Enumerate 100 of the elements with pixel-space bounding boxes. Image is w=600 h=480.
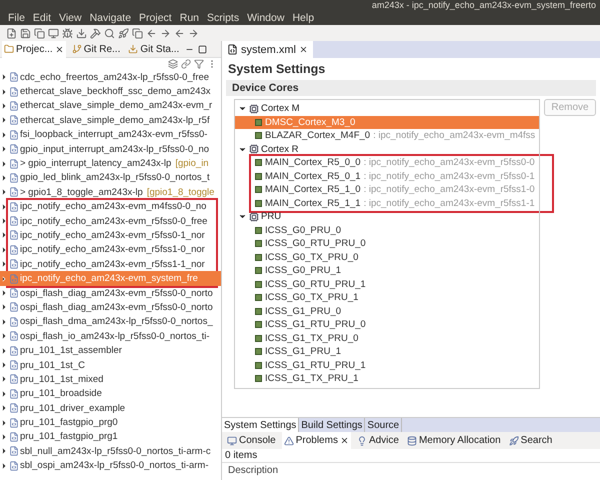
menu-item[interactable]: Scripts: [203, 12, 244, 24]
hammer-icon[interactable]: [90, 28, 101, 38]
core-item[interactable]: MAIN_Cortex_R5_0_0 : ipc_notify_echo_am243x-evm_r5fss0-0: [235, 156, 539, 170]
core-item[interactable]: ICSS_G1_TX_PRU_0: [235, 332, 539, 345]
explorer-row[interactable]: pru_101_1st_assembler: [0, 343, 221, 358]
view-tab[interactable]: Git Sta...: [126, 40, 182, 58]
explorer-row[interactable]: pru_101_1st_C: [0, 358, 221, 372]
file-icon: [9, 418, 19, 428]
explorer-row[interactable]: ospi_flash_io_am243x-lp_r5fss0-0_nortos_ti-: [0, 329, 221, 344]
download-icon[interactable]: [76, 28, 87, 38]
maximize-icon[interactable]: [198, 44, 208, 54]
core-item[interactable]: ICSS_G1_RTU_PRU_0: [235, 318, 539, 332]
core-item[interactable]: ICSS_G0_RTU_PRU_1: [235, 278, 539, 291]
close-icon[interactable]: [54, 44, 64, 54]
menu-item[interactable]: Help: [288, 12, 318, 24]
back-icon[interactable]: [174, 28, 185, 38]
rocket-icon[interactable]: [118, 28, 129, 38]
view-tab[interactable]: Memory Allocation: [404, 432, 503, 449]
view-tab[interactable]: Projec...: [2, 40, 66, 58]
view-tab[interactable]: Console: [225, 432, 278, 449]
explorer-row[interactable]: gpio_input_interrupt_am243x-lp_r5fss0-0_no: [0, 142, 221, 156]
file-icon: [9, 288, 19, 298]
file-icon: [9, 331, 19, 342]
file-icon: [9, 187, 19, 198]
explorer-row[interactable]: pru_101_1st_mixed: [0, 372, 221, 387]
editor-tab[interactable]: system.xml: [222, 41, 313, 58]
close-icon[interactable]: [340, 436, 349, 445]
view-tab[interactable]: Problems: [282, 432, 351, 449]
link-icon[interactable]: [181, 59, 191, 69]
explorer-row[interactable]: > gpio1_8_toggle_am243x-lp [gpio1_8_toggle: [0, 185, 221, 200]
menu-item[interactable]: Run: [176, 12, 203, 24]
explorer-row[interactable]: ospi_flash_diag_am243x-evm_r5fss0-0_norto: [0, 300, 221, 315]
menu-item[interactable]: File: [4, 12, 29, 24]
core-item[interactable]: BLAZAR_Cortex_M4F_0 : ipc_notify_echo_am243x-evm_m4fss: [235, 129, 539, 142]
explorer-row[interactable]: fsi_loopback_interrupt_am243x-evm_r5fss0-: [0, 128, 221, 142]
file-icon: [9, 202, 19, 212]
file-icon: [9, 346, 19, 356]
forward-icon[interactable]: [188, 28, 199, 38]
forward-icon[interactable]: [160, 28, 171, 38]
copy-icon[interactable]: [34, 28, 45, 38]
core-item[interactable]: ICSS_G0_TX_PRU_1: [235, 291, 539, 304]
view-tab[interactable]: Search: [506, 432, 554, 449]
save-icon[interactable]: [20, 28, 31, 38]
core-item[interactable]: ICSS_G0_RTU_PRU_0: [235, 237, 539, 250]
explorer-row[interactable]: > gpio_interrupt_latency_am243x-lp [gpio_in: [0, 156, 221, 171]
menu-item[interactable]: Navigate: [86, 12, 136, 24]
explorer-row[interactable]: ospi_flash_diag_am243x-evm_r5fss0-0_norto: [0, 286, 221, 300]
explorer-row[interactable]: ethercat_slave_beckhoff_ssc_demo_am243x: [0, 84, 221, 99]
explorer-row[interactable]: ipc_notify_echo_am243x-evm_r5fss0-0_free: [0, 214, 221, 228]
core-item[interactable]: MAIN_Cortex_R5_0_1 : ipc_notify_echo_am243x-evm_r5fss0-1: [235, 170, 539, 183]
file-icon: [227, 44, 238, 55]
core-item[interactable]: ICSS_G1_RTU_PRU_1: [235, 358, 539, 372]
explorer-row[interactable]: ospi_flash_dma_am243x-lp_r5fss0-0_nortos_: [0, 314, 221, 330]
explorer-row[interactable]: ipc_notify_echo_am243x-evm_r5fss1-0_nor: [0, 242, 221, 258]
explorer-row[interactable]: ipc_notify_echo_am243x-evm_r5fss1-1_nor: [0, 257, 221, 272]
explorer-row[interactable]: ethercat_slave_simple_demo_am243x-evm_r: [0, 98, 221, 114]
view-tab[interactable]: Git Re...: [70, 40, 122, 58]
menu-item[interactable]: Window: [243, 12, 288, 24]
file-icon: [9, 100, 19, 111]
back-icon[interactable]: [146, 28, 157, 38]
core-item[interactable]: MAIN_Cortex_R5_1_0 : ipc_notify_echo_am243x-evm_r5fss1-0: [235, 183, 539, 196]
tree-group[interactable]: Cortex R: [235, 142, 539, 156]
core-item[interactable]: ICSS_G0_TX_PRU_0: [235, 250, 539, 264]
menu-item[interactable]: Edit: [28, 12, 56, 24]
explorer-row[interactable]: ipc_notify_echo_am243x-evm_m4fss0-0_no: [0, 200, 221, 214]
collapse-icon[interactable]: [168, 59, 178, 69]
view-tab[interactable]: Advice: [354, 432, 401, 449]
explorer-row[interactable]: cdc_echo_freertos_am243x-lp_r5fss0-0_free: [0, 70, 221, 84]
close-icon[interactable]: [299, 45, 308, 54]
page-tab[interactable]: System Settings: [222, 418, 300, 432]
tree-group[interactable]: Cortex M: [235, 102, 539, 116]
explorer-row[interactable]: sbl_ospi_am243x-lp_r5fss0-0_nortos_ti-arm-: [0, 458, 221, 473]
core-item[interactable]: ICSS_G1_PRU_0: [235, 304, 539, 318]
core-item[interactable]: ICSS_G1_TX_PRU_1: [235, 372, 539, 386]
core-item[interactable]: ICSS_G1_PRU_1: [235, 345, 539, 358]
monitor-icon[interactable]: [48, 28, 59, 38]
copy-icon[interactable]: [132, 28, 143, 38]
core-item[interactable]: ICSS_G0_PRU_1: [235, 264, 539, 278]
explorer-row[interactable]: gpio_led_blink_am243x-lp_r5fss0-0_nortos_t: [0, 170, 221, 186]
bug-icon[interactable]: [62, 28, 73, 38]
monitor-icon: [227, 436, 237, 446]
explorer-row[interactable]: pru_101_fastgpio_prg1: [0, 430, 221, 444]
menu-item[interactable]: Project: [135, 12, 176, 24]
search-icon[interactable]: [104, 28, 115, 38]
page-tab[interactable]: Source: [365, 418, 402, 432]
core-item[interactable]: MAIN_Cortex_R5_1_1 : ipc_notify_echo_am243x-evm_r5fss1-1: [235, 196, 539, 210]
menu-item[interactable]: View: [55, 12, 86, 24]
core-item[interactable]: ICSS_G0_PRU_0: [235, 224, 539, 237]
explorer-row[interactable]: pru_101_broadside: [0, 386, 221, 401]
filter-icon[interactable]: [194, 59, 204, 69]
new-file-icon[interactable]: [6, 28, 17, 38]
explorer-row[interactable]: sbl_null_am243x-lp_r5fss0-0_nortos_ti-arm-c: [0, 444, 221, 459]
branch-icon: [72, 44, 82, 54]
explorer-row[interactable]: ethercat_slave_simple_demo_am243x-lp_r5f: [0, 113, 221, 128]
explorer-row[interactable]: ipc_notify_echo_am243x-evm_r5fss0-1_nor: [0, 228, 221, 243]
explorer-row[interactable]: pru_101_driver_example: [0, 400, 221, 416]
page-tab[interactable]: Build Settings: [299, 418, 366, 432]
tree-group[interactable]: PRU: [235, 210, 539, 224]
explorer-row[interactable]: pru_101_fastgpio_prg0: [0, 415, 221, 430]
file-icon: [9, 158, 19, 169]
